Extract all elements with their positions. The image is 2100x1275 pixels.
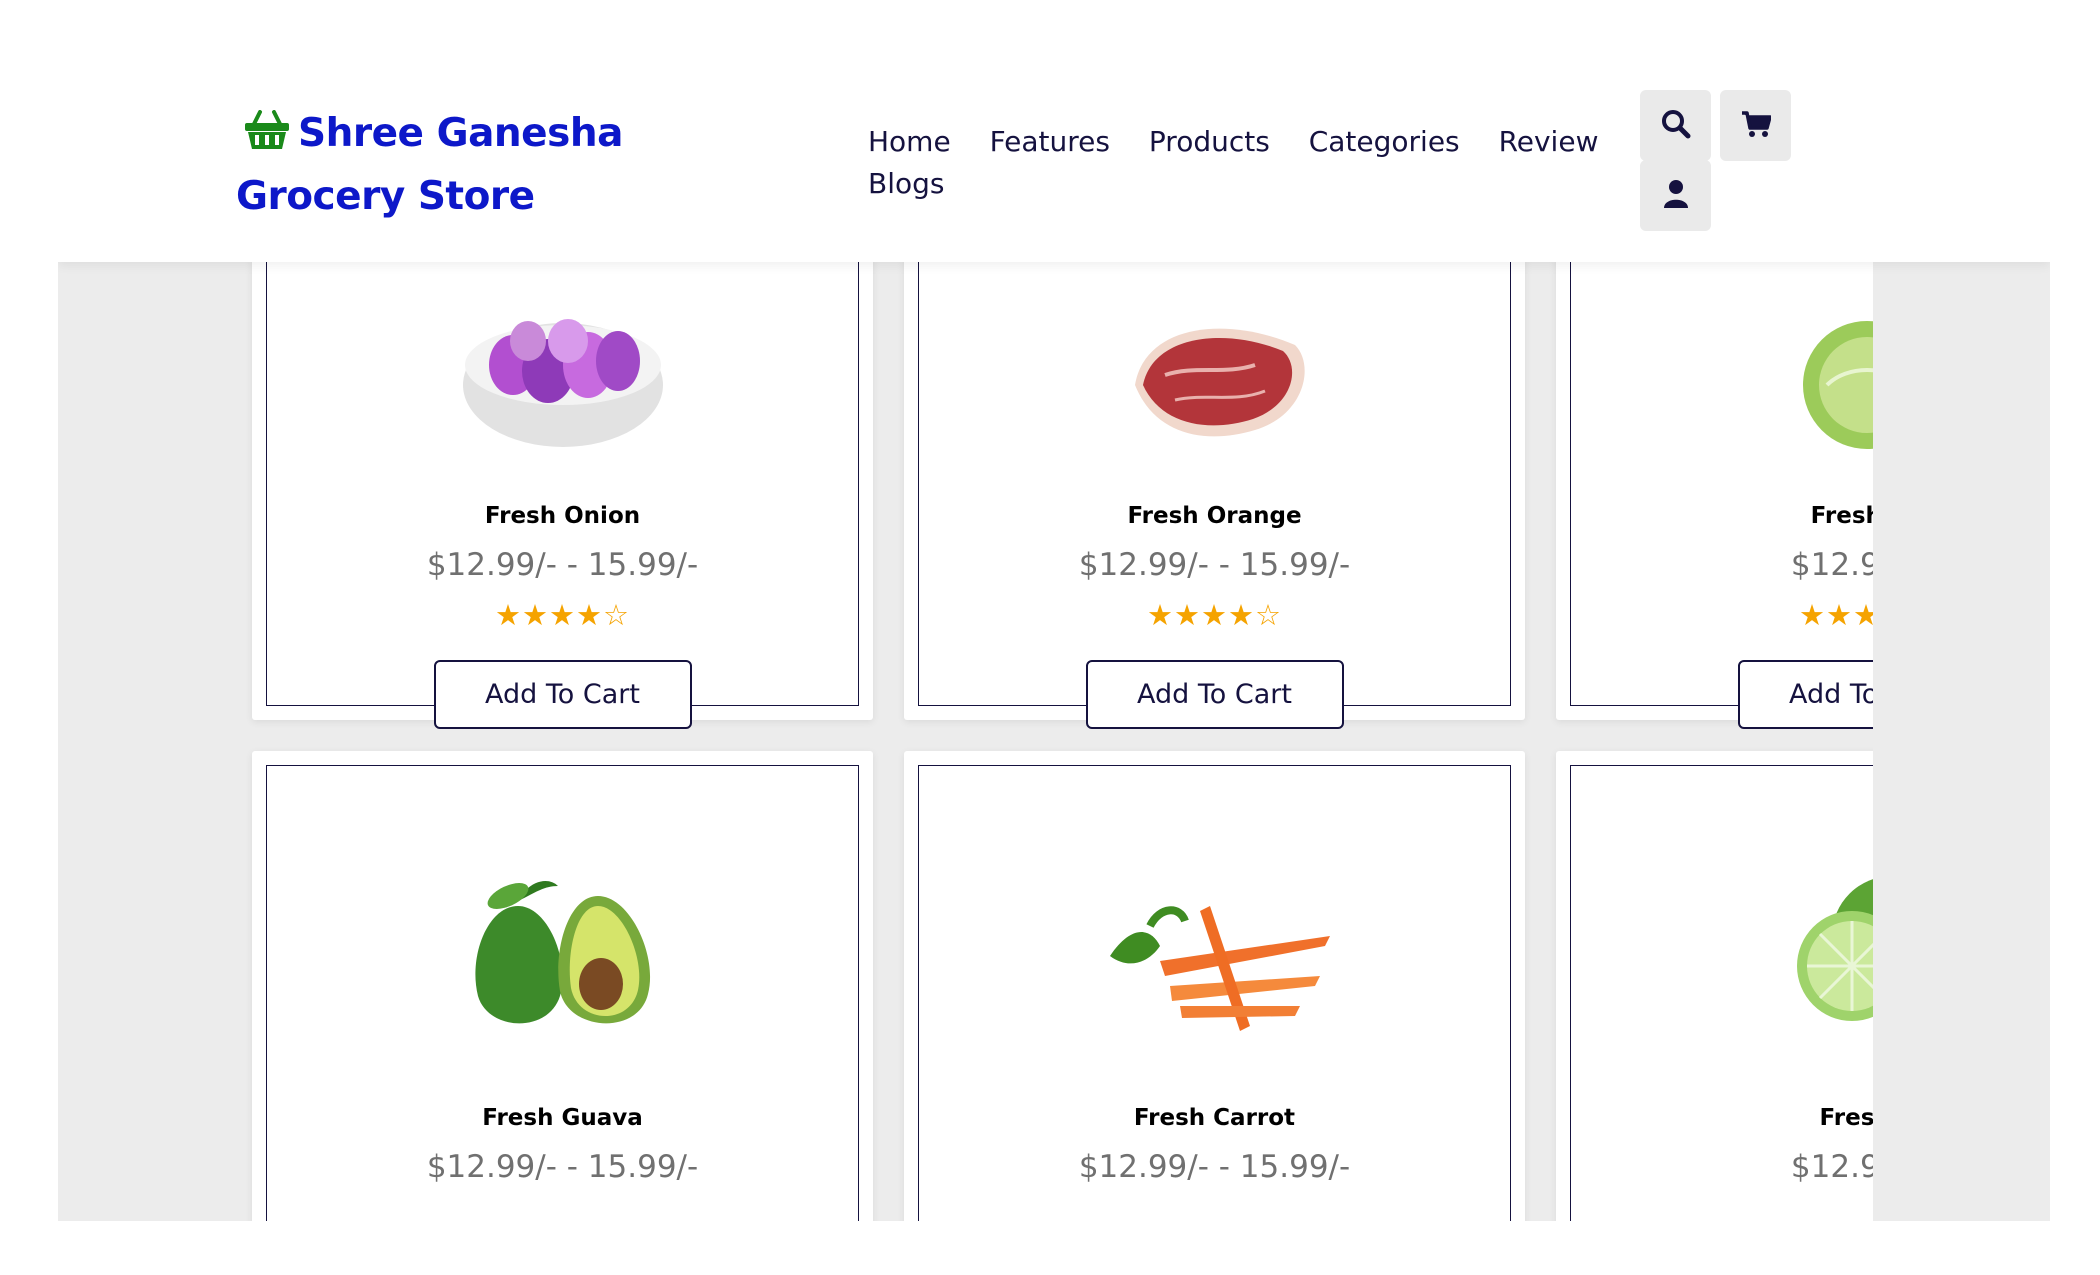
rating-stars: ★★★★☆: [1556, 598, 1873, 632]
product-price: $12.99/- - 15.99/-: [1078, 547, 1351, 583]
product-name: Fresh Guava: [482, 1105, 643, 1131]
rating-stars: ★★★★☆: [252, 598, 873, 632]
product-name: Fresh Onion: [484, 503, 641, 529]
user-button[interactable]: [1640, 160, 1711, 231]
star-icon: ★: [495, 598, 522, 632]
carrot-image: [904, 866, 1525, 1036]
nav-home[interactable]: Home: [868, 121, 951, 163]
star-outline-icon: ☆: [1255, 598, 1282, 632]
product-name: Fresh Orange: [1127, 503, 1302, 529]
page-frame: Fresh Onion $12.99/- - 15.99/- ★★★★☆ Add…: [58, 59, 2050, 1221]
star-icon: ★: [522, 598, 549, 632]
product-price: $12.99/- -: [1790, 1149, 1873, 1185]
star-outline-icon: ☆: [603, 598, 630, 632]
main-nav: Home Features Products Categories Review…: [868, 121, 1658, 205]
product-price: $12.99/- - 15.99/-: [426, 547, 699, 583]
product-price: $12.99/- - 15.99/-: [426, 1149, 699, 1185]
star-icon: ★: [1201, 598, 1228, 632]
product-name: Fresh Ca: [1810, 503, 1873, 529]
nav-review[interactable]: Review: [1499, 121, 1599, 163]
product-card: Fresh Guava $12.99/- - 15.99/-: [252, 751, 873, 1221]
star-icon: ★: [1174, 598, 1201, 632]
nav-blogs[interactable]: Blogs: [868, 163, 944, 205]
star-icon: ★: [1147, 598, 1174, 632]
product-price: $12.99/- -: [1790, 547, 1873, 583]
cart-button[interactable]: [1720, 90, 1791, 161]
add-to-cart-button[interactable]: Add To Cart: [433, 660, 692, 729]
onion-image: [252, 305, 873, 455]
nav-features[interactable]: Features: [990, 121, 1110, 163]
add-to-cart-button[interactable]: Add To Cart: [1085, 660, 1344, 729]
product-price: $12.99/- - 15.99/-: [1078, 1149, 1351, 1185]
search-icon: [1661, 109, 1691, 143]
rating-stars: ★★★★☆: [904, 598, 1525, 632]
avocado-image: [252, 866, 873, 1036]
user-icon: [1663, 179, 1689, 213]
product-name: Fresh L: [1819, 1105, 1873, 1131]
cart-icon: [1741, 110, 1772, 142]
logo-text: Shree Ganesha Grocery Store: [236, 111, 623, 219]
product-name: Fresh Carrot: [1133, 1105, 1296, 1131]
meat-image: [904, 305, 1525, 455]
cabbage-image: [1556, 305, 1873, 455]
nav-products[interactable]: Products: [1149, 121, 1270, 163]
star-icon: ★: [1853, 598, 1873, 632]
add-to-cart-button[interactable]: Add To Cart: [1737, 660, 1873, 729]
lime-image: [1556, 866, 1873, 1036]
search-button[interactable]: [1640, 90, 1711, 161]
star-icon: ★: [549, 598, 576, 632]
star-icon: ★: [1228, 598, 1255, 632]
product-card: Fresh L $12.99/- -: [1556, 751, 1873, 1221]
logo[interactable]: Shree Ganesha Grocery Store: [236, 104, 796, 226]
star-icon: ★: [576, 598, 603, 632]
site-header: Shree Ganesha Grocery Store Home Feature…: [58, 59, 2050, 262]
basket-icon: [244, 108, 290, 167]
product-card: Fresh Carrot $12.99/- - 15.99/-: [904, 751, 1525, 1221]
star-icon: ★: [1799, 598, 1826, 632]
star-icon: ★: [1826, 598, 1853, 632]
nav-categories[interactable]: Categories: [1309, 121, 1460, 163]
